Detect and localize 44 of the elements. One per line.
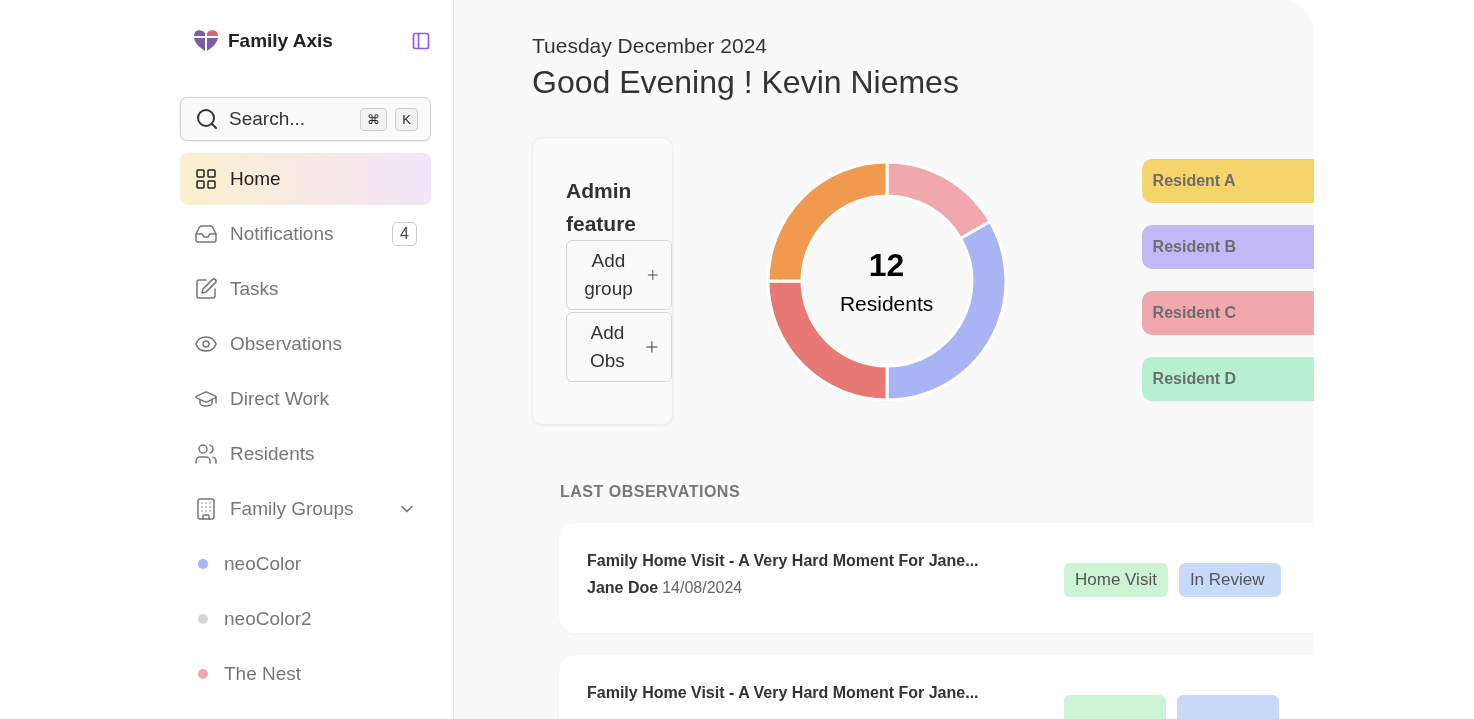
brand-name: Family Axis: [228, 30, 334, 52]
nav-item[interactable]: Home: [180, 153, 431, 205]
observation-title: Family Home Visit - A Very Hard Moment For Jane...: [587, 552, 980, 570]
search-icon: [195, 107, 219, 131]
count-badge: 4: [392, 222, 417, 246]
building-icon: [194, 497, 218, 521]
grid-icon: [194, 167, 218, 191]
date-text: Tuesday December 2024: [532, 34, 769, 58]
shortcut-key: ⌘: [360, 107, 388, 131]
nav-item[interactable]: Family Groups: [180, 483, 431, 535]
observation-title: Family Home Visit - A Very Hard Moment For Jane...: [587, 684, 980, 702]
observation-date: 14/08/2024: [662, 579, 743, 597]
pencil-icon: [194, 277, 218, 301]
author-name: Jane Doe: [587, 579, 659, 597]
nav-item[interactable]: Residents: [180, 428, 431, 480]
observation-card[interactable]: Family Home Visit - A Very Hard Moment For Jane... Jane Doe 14/08/2024 Home Visit In Review: [559, 523, 1314, 633]
nav-item[interactable]: Notifications 4: [180, 208, 431, 260]
resident-count: 12: [868, 246, 905, 284]
observation-card[interactable]: Family Home Visit - A Very Hard Moment For Jane...: [559, 655, 1314, 719]
sidebar-toggle-icon[interactable]: [411, 31, 431, 51]
resident-tag[interactable]: Resident A: [1141, 159, 1314, 203]
resident-tag[interactable]: Resident B: [1141, 225, 1314, 269]
shortcut-key: K: [395, 107, 418, 131]
nav-item[interactable]: Tasks: [180, 263, 431, 315]
status-tag: In Review: [1178, 563, 1281, 597]
search-field[interactable]: Search... ⌘ K: [180, 97, 431, 141]
inbox-icon: [194, 222, 218, 246]
group-item[interactable]: neoColor2: [180, 593, 431, 645]
section-heading: LAST OBSERVATIONS: [560, 483, 742, 501]
nav-item[interactable]: Direct Work: [180, 373, 431, 425]
people-icon: [194, 442, 218, 466]
search-input[interactable]: Search...: [227, 107, 353, 131]
admin-title: Admin feature: [566, 178, 638, 237]
resident-tag[interactable]: Resident C: [1141, 291, 1314, 335]
group-item[interactable]: neoColor: [180, 538, 431, 590]
add-button[interactable]: Add group: [566, 240, 672, 310]
greeting: Good Evening ! Kevin Niemes: [532, 64, 960, 101]
group-item[interactable]: The Nest: [180, 648, 431, 700]
count-label: Residents: [839, 291, 934, 316]
type-tag: Home Visit: [1064, 563, 1168, 597]
resident-tag[interactable]: Resident D: [1141, 357, 1314, 401]
add-button[interactable]: Add Obs: [566, 312, 672, 382]
nav-item[interactable]: Observations: [180, 318, 431, 370]
heart-logo-icon: [193, 29, 219, 53]
